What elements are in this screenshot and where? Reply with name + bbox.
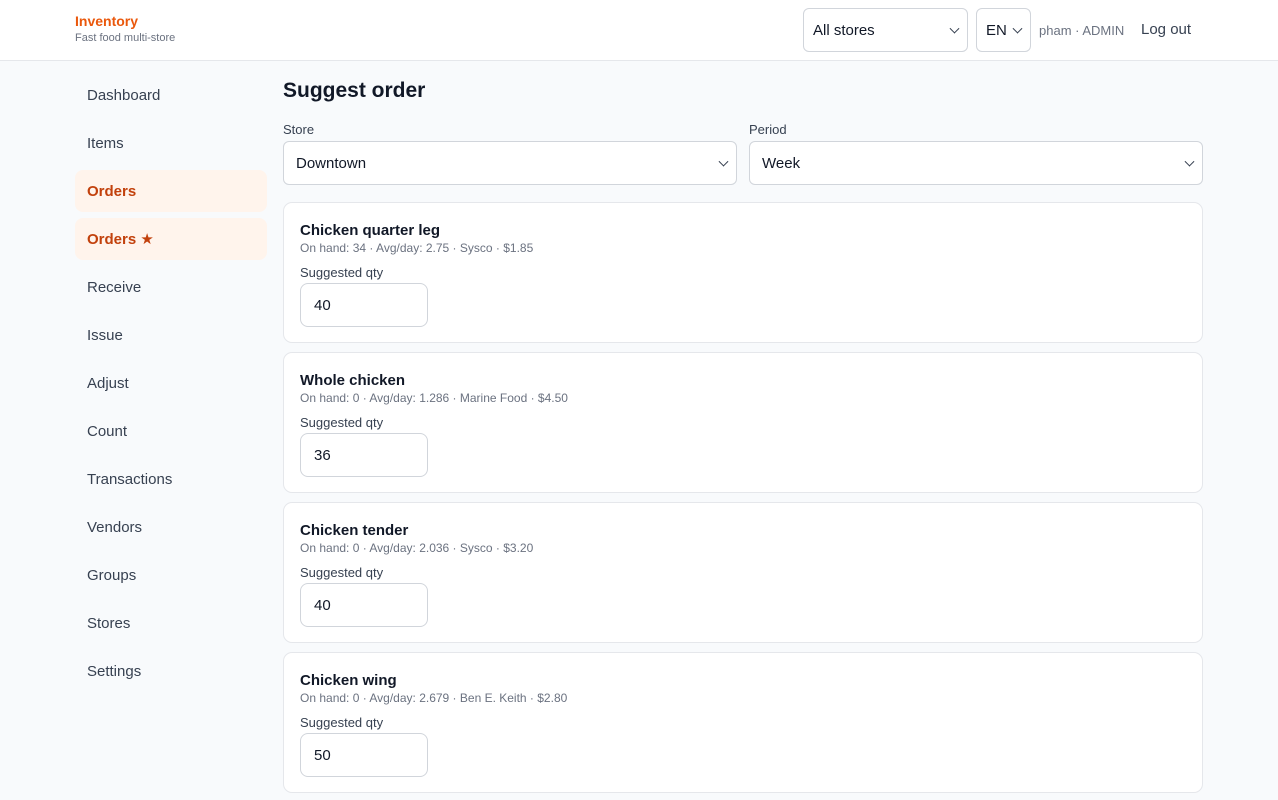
sidebar-item-transactions[interactable]: Transactions bbox=[75, 458, 267, 500]
suggestion-card: Whole chicken On hand: 0 · Avg/day: 1.28… bbox=[283, 352, 1203, 493]
suggestion-card: Chicken wing On hand: 0 · Avg/day: 2.679… bbox=[283, 652, 1203, 793]
language-select[interactable]: EN bbox=[976, 8, 1031, 52]
sidebar-item-adjust[interactable]: Adjust bbox=[75, 362, 267, 404]
chevron-down-icon bbox=[1184, 156, 1195, 167]
sidebar-item-vendors[interactable]: Vendors bbox=[75, 506, 267, 548]
chevron-down-icon bbox=[949, 23, 960, 34]
suggested-qty-input[interactable] bbox=[300, 283, 428, 327]
suggested-qty-label: Suggested qty bbox=[300, 265, 384, 280]
period-filter-value: Week bbox=[762, 154, 801, 172]
store-switcher-select[interactable]: All stores bbox=[803, 8, 968, 52]
suggested-qty-label: Suggested qty bbox=[300, 565, 384, 580]
brand[interactable]: Inventory Fast food multi-store bbox=[75, 13, 175, 44]
store-switcher-value: All stores bbox=[813, 21, 875, 39]
suggested-qty-input[interactable] bbox=[300, 433, 428, 477]
sidebar-item-orders[interactable]: Orders bbox=[75, 170, 267, 212]
suggestion-card: Chicken quarter leg On hand: 34 · Avg/da… bbox=[283, 202, 1203, 343]
user-info: pham · ADMIN bbox=[1039, 23, 1125, 38]
sidebar-item-orders-starred[interactable]: Orders ★ bbox=[75, 218, 267, 260]
page-title: Suggest order bbox=[283, 79, 426, 102]
item-meta: On hand: 0 · Avg/day: 1.286 · Marine Foo… bbox=[300, 391, 568, 405]
item-meta: On hand: 0 · Avg/day: 2.036 · Sysco · $3… bbox=[300, 541, 534, 555]
sidebar-nav: Dashboard Items Orders Orders ★ Receive … bbox=[75, 74, 267, 698]
store-filter-select[interactable]: Downtown bbox=[283, 141, 737, 185]
logout-button[interactable]: Log out bbox=[1141, 21, 1191, 38]
sidebar-item-groups[interactable]: Groups bbox=[75, 554, 267, 596]
brand-title[interactable]: Inventory bbox=[75, 13, 175, 30]
item-meta: On hand: 34 · Avg/day: 2.75 · Sysco · $1… bbox=[300, 241, 534, 255]
chevron-down-icon bbox=[1012, 23, 1023, 34]
sidebar-item-settings[interactable]: Settings bbox=[75, 650, 267, 692]
period-filter-select[interactable]: Week bbox=[749, 141, 1203, 185]
item-name: Chicken quarter leg bbox=[300, 222, 441, 239]
item-name: Chicken tender bbox=[300, 522, 409, 539]
sidebar-item-receive[interactable]: Receive bbox=[75, 266, 267, 308]
period-filter-label: Period bbox=[749, 122, 787, 137]
sidebar-item-dashboard[interactable]: Dashboard bbox=[75, 74, 267, 116]
item-meta: On hand: 0 · Avg/day: 2.679 · Ben E. Kei… bbox=[300, 691, 568, 705]
suggested-qty-label: Suggested qty bbox=[300, 715, 384, 730]
suggestion-card: Chicken tender On hand: 0 · Avg/day: 2.0… bbox=[283, 502, 1203, 643]
store-filter-value: Downtown bbox=[296, 154, 367, 172]
language-value: EN bbox=[986, 21, 1007, 39]
sidebar-item-count[interactable]: Count bbox=[75, 410, 267, 452]
top-bar: Inventory Fast food multi-store All stor… bbox=[0, 0, 1278, 61]
suggested-qty-input[interactable] bbox=[300, 733, 428, 777]
sidebar-item-stores[interactable]: Stores bbox=[75, 602, 267, 644]
store-filter-label: Store bbox=[283, 122, 315, 137]
chevron-down-icon bbox=[718, 156, 729, 167]
item-name: Whole chicken bbox=[300, 372, 406, 389]
suggested-qty-label: Suggested qty bbox=[300, 415, 384, 430]
suggested-qty-input[interactable] bbox=[300, 583, 428, 627]
brand-subtitle: Fast food multi-store bbox=[75, 32, 176, 44]
sidebar-item-items[interactable]: Items bbox=[75, 122, 267, 164]
item-name: Chicken wing bbox=[300, 672, 397, 689]
sidebar-item-issue[interactable]: Issue bbox=[75, 314, 267, 356]
